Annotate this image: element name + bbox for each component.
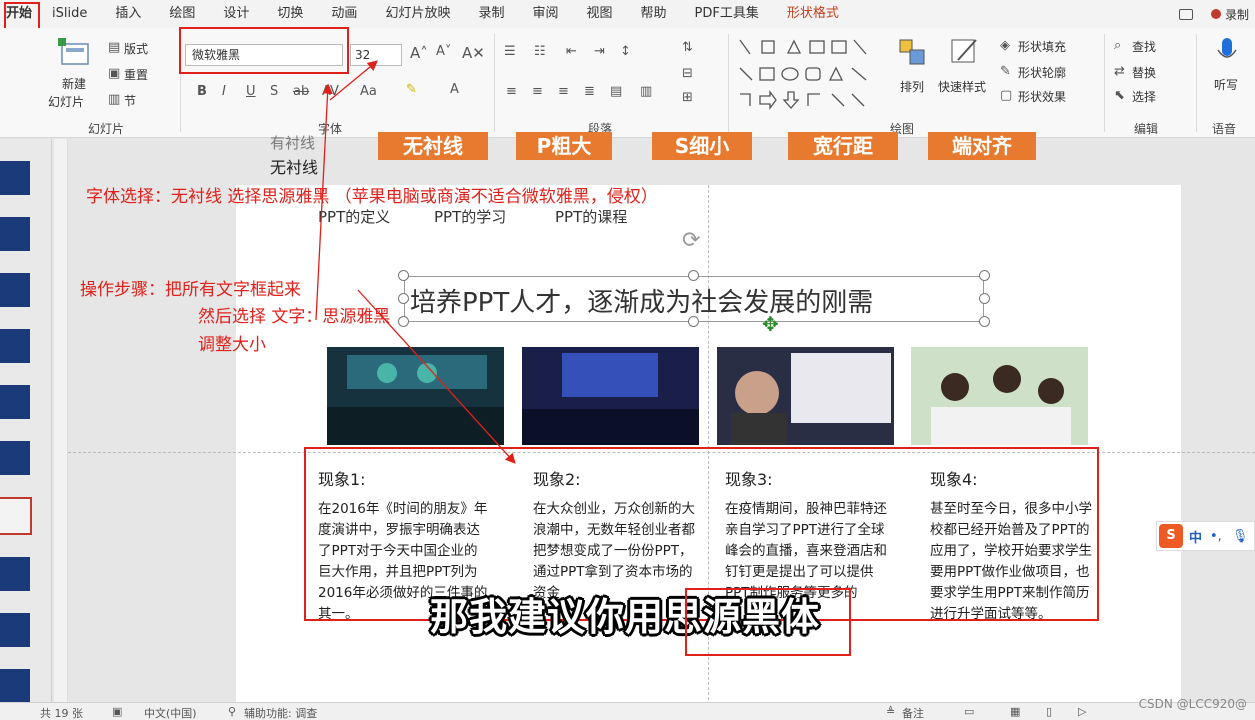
language-indicator[interactable]: 中文(中国): [144, 705, 197, 720]
slide-sorter-icon[interactable]: ▦: [1010, 705, 1020, 718]
notes-icon: ≜: [886, 705, 896, 718]
sogou-logo-icon: S: [1159, 524, 1183, 548]
slideshow-icon[interactable]: ▷: [1078, 705, 1086, 718]
ime-language[interactable]: 中: [1189, 527, 1202, 546]
notes-button[interactable]: 备注: [902, 705, 924, 720]
caption-highlight-box: [685, 588, 851, 656]
accessibility-status[interactable]: 辅助功能: 调查: [244, 705, 317, 720]
status-bar: 共 19 张 ▣ 中文(中国) ⚲ 辅助功能: 调查 ≜ 备注 ▭ ▦ ▯ ▷: [0, 702, 1255, 720]
reading-view-icon[interactable]: ▯: [1046, 705, 1052, 718]
slide-count: 共 19 张: [40, 707, 83, 720]
ime-toolbar[interactable]: S 中 •, 🎙: [1156, 521, 1255, 551]
punctuation-icon[interactable]: •,: [1210, 529, 1222, 544]
microphone-small-icon[interactable]: 🎙: [1232, 529, 1249, 544]
normal-view-icon[interactable]: ▭: [964, 705, 974, 718]
watermark: CSDN @LCC920@: [1138, 697, 1247, 711]
accessibility-icon: ⚲: [228, 705, 237, 718]
spellcheck-icon[interactable]: ▣: [112, 705, 122, 718]
